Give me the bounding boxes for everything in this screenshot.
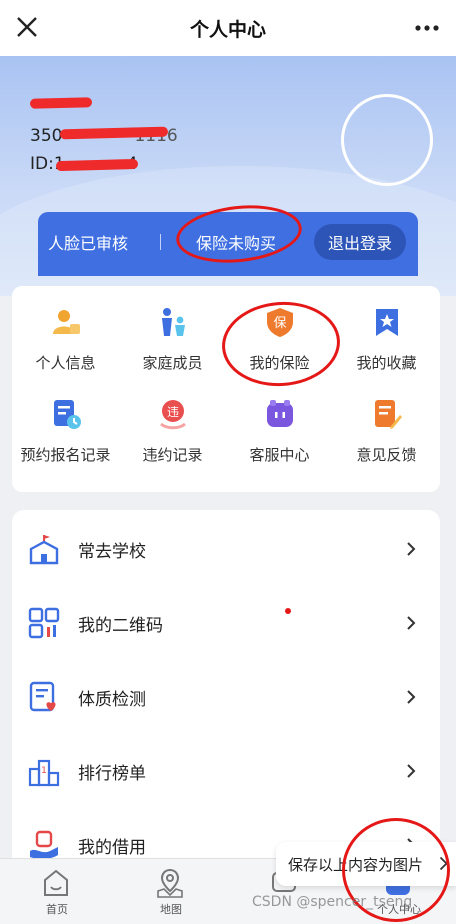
family-icon [162, 308, 185, 336]
tab-home[interactable]: 首页 [0, 859, 114, 924]
ranking-icon: 1 [28, 759, 60, 787]
svg-text:1: 1 [41, 766, 47, 776]
more-icon[interactable] [414, 18, 440, 38]
grid-item-service-center[interactable]: 客服中心 [226, 378, 333, 468]
close-icon[interactable] [14, 14, 40, 40]
watermark: CSDN @spencer_tseng [252, 894, 413, 910]
face-verified-status: 人脸已审核 [48, 234, 129, 253]
name-redaction [29, 97, 93, 109]
grid-item-family[interactable]: 家庭成员 [119, 286, 226, 376]
top-bar: 个人中心 [0, 0, 456, 56]
grid-item-personal-info[interactable]: 个人信息 [12, 286, 119, 376]
list-item-ranking[interactable]: 1 排行榜单 [12, 734, 440, 808]
chevron-right-icon [407, 690, 416, 704]
grid-item-feedback[interactable]: 意见反馈 [333, 378, 440, 468]
list-item-frequent-schools[interactable]: 常去学校 [12, 512, 440, 586]
user-info-icon [53, 310, 80, 334]
appointment-icon [54, 400, 81, 429]
grid-item-appointments[interactable]: 预约报名记录 [12, 378, 119, 468]
qrcode-icon [28, 607, 60, 639]
tab-map[interactable]: 地图 [114, 859, 228, 924]
health-check-icon [29, 681, 56, 712]
bookmark-icon [376, 309, 398, 336]
chevron-right-icon [407, 616, 416, 630]
violation-icon: 违 [160, 400, 186, 430]
school-icon [29, 535, 59, 565]
feature-grid: 个人信息 家庭成员 保 我的保险 我的收藏 预约报名记录 违 违约记录 客服中心… [12, 286, 440, 492]
notification-dot [285, 608, 291, 614]
svg-text:违: 违 [167, 405, 179, 419]
feedback-icon [375, 400, 402, 429]
borrow-icon [30, 830, 58, 860]
status-divider [160, 234, 161, 250]
list-item-health-check[interactable]: 体质检测 [12, 660, 440, 734]
chevron-right-icon [407, 764, 416, 778]
page-title: 个人中心 [189, 18, 266, 41]
grid-item-favorites[interactable]: 我的收藏 [333, 286, 440, 376]
service-icon [267, 400, 293, 427]
logout-button[interactable]: 退出登录 [314, 224, 406, 260]
list-item-qrcode[interactable]: 我的二维码 [12, 586, 440, 660]
grid-item-violations[interactable]: 违 违约记录 [119, 378, 226, 468]
home-icon [44, 869, 68, 896]
chevron-right-icon [407, 542, 416, 556]
avatar[interactable] [341, 94, 433, 186]
map-icon [157, 868, 183, 898]
